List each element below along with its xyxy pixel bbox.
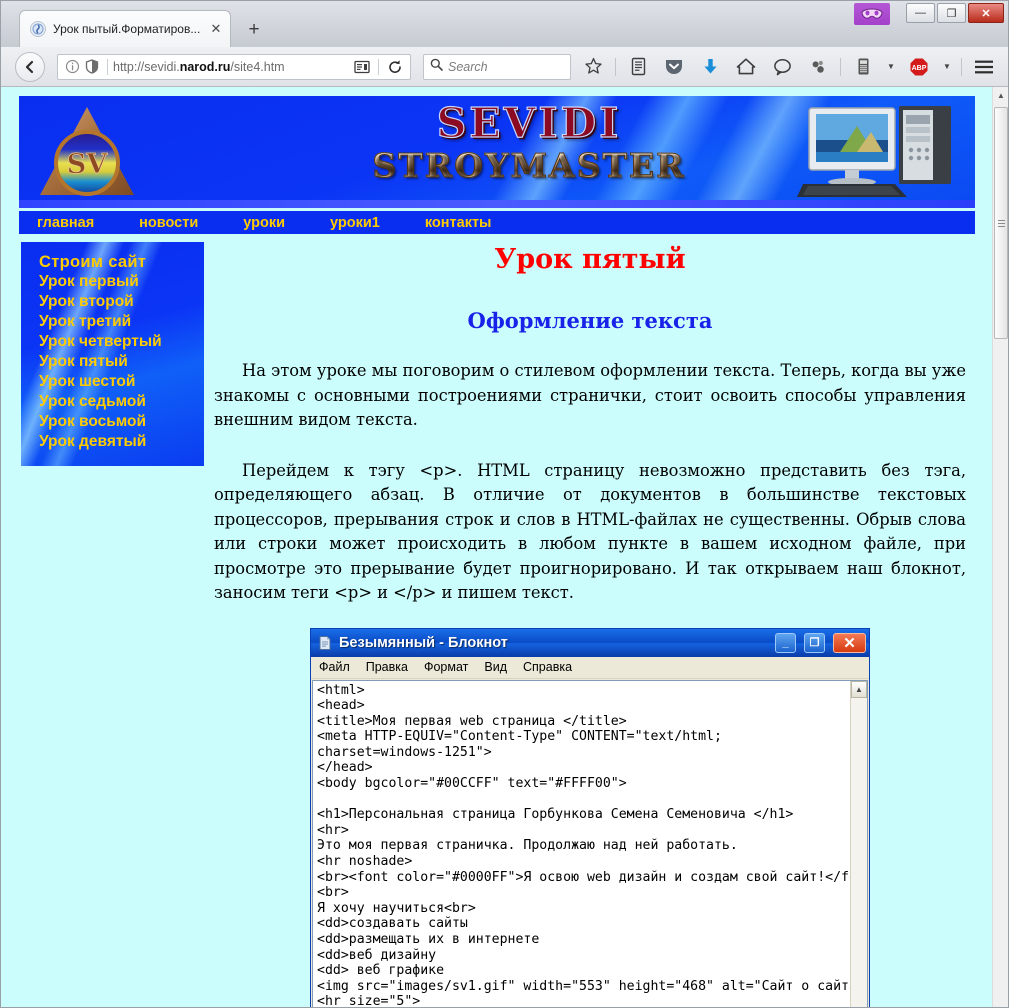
search-icon — [430, 58, 443, 76]
site-navigation: главная новости уроки уроки1 контакты — [19, 211, 975, 234]
menu-item-edit[interactable]: Правка — [366, 660, 408, 674]
sidebar-item-urok-9[interactable]: Урок девятый — [39, 432, 204, 452]
toolbar-divider-2 — [840, 57, 841, 76]
notepad-title: Безымянный - Блокнот — [339, 634, 508, 651]
main-article: Урок пятый Оформление текста На этом уро… — [204, 234, 992, 1007]
firefox-page-icon — [30, 21, 46, 37]
maximize-button[interactable]: ❐ — [937, 3, 966, 23]
account-icon[interactable] — [804, 53, 832, 81]
notepad-maximize-button[interactable]: ❐ — [804, 632, 825, 653]
menu-item-view[interactable]: Вид — [484, 660, 507, 674]
url-divider — [107, 58, 108, 75]
library-icon[interactable] — [624, 53, 652, 81]
sidebar-item-stroim-sajt[interactable]: Строим сайт — [39, 252, 204, 272]
minimize-button[interactable]: — — [906, 3, 935, 23]
close-icon[interactable]: ✕ — [208, 21, 224, 37]
toolbar-divider-3 — [961, 57, 962, 76]
sidebar-menu: Строим сайт Урок первый Урок второй Урок… — [21, 242, 204, 466]
container-tabs-icon[interactable] — [849, 53, 877, 81]
search-placeholder: Search — [448, 59, 488, 74]
url-divider-2 — [378, 58, 379, 75]
tab-title: Урок пытый.Форматиров... — [53, 22, 201, 36]
sync-chat-icon[interactable] — [768, 53, 796, 81]
nav-item-uroki[interactable]: уроки — [243, 215, 285, 231]
notepad-document-icon — [317, 635, 333, 651]
menu-item-format[interactable]: Формат — [424, 660, 468, 674]
notepad-scroll-up-icon[interactable]: ▲ — [851, 680, 867, 698]
web-page-content: SV SEVIDI STROYMASTER главная новости ур… — [1, 87, 992, 1007]
back-button[interactable] — [15, 51, 45, 82]
sidebar-item-urok-5[interactable]: Урок пятый — [39, 352, 204, 372]
sidebar-item-urok-3[interactable]: Урок третий — [39, 312, 204, 332]
nav-item-novosti[interactable]: новости — [139, 215, 198, 231]
notepad-code-text: <html> <head> <title>Моя первая web стра… — [317, 682, 850, 1008]
site-banner: SV SEVIDI STROYMASTER — [19, 96, 975, 208]
notepad-minimize-button[interactable]: _ — [775, 632, 796, 653]
window-controls: — ❐ ✕ — [854, 3, 1004, 25]
reader-mode-icon[interactable] — [351, 56, 373, 78]
site-title-main: SEVIDI — [436, 99, 622, 147]
browser-tab[interactable]: Урок пытый.Форматиров... ✕ — [19, 10, 231, 47]
tracking-shield-icon[interactable] — [82, 57, 102, 77]
nav-item-glavnaya[interactable]: главная — [37, 215, 94, 231]
browser-window: Урок пытый.Форматиров... ✕ + — ❐ ✕ http:… — [0, 0, 1009, 1008]
private-browsing-mask-icon[interactable] — [854, 3, 890, 25]
site-wordmark: SEVIDI STROYMASTER — [319, 99, 739, 184]
page-subtitle: Оформление текста — [467, 308, 713, 333]
notepad-scrollbar[interactable]: ▲ — [850, 680, 867, 1007]
notepad-window-image: Безымянный - Блокнот _ ❐ ✕ Файл Правка Ф… — [310, 627, 870, 1008]
article-paragraph-1: На этом уроке мы поговорим о стилевом оф… — [214, 361, 966, 429]
adblock-chevron-down-icon[interactable]: ▼ — [941, 53, 953, 81]
nav-item-uroki1[interactable]: уроки1 — [330, 215, 380, 231]
download-icon[interactable] — [696, 53, 724, 81]
page-content: Строим сайт Урок первый Урок второй Урок… — [1, 234, 992, 1007]
article-paragraph-2: Перейдем к тэгу <p>. HTML страницу невоз… — [214, 460, 966, 603]
adblock-plus-icon[interactable]: ABP — [905, 53, 933, 81]
search-input[interactable]: Search — [423, 53, 571, 80]
tab-strip: Урок пытый.Форматиров... ✕ + — ❐ ✕ — [1, 1, 1008, 47]
sidebar-item-urok-8[interactable]: Урок восьмой — [39, 412, 204, 432]
sv-logo: SV — [35, 101, 139, 201]
scrollbar-grip-icon — [997, 219, 1005, 227]
notepad-close-button[interactable]: ✕ — [833, 632, 866, 653]
menu-item-help[interactable]: Справка — [523, 660, 572, 674]
navigation-toolbar: http://sevidi.narod.ru/site4.htm Search … — [1, 47, 1008, 87]
svg-text:ABP: ABP — [912, 65, 927, 72]
site-title-sub: STROYMASTER — [319, 148, 739, 184]
hamburger-menu-icon[interactable] — [970, 53, 998, 81]
reload-icon[interactable] — [384, 56, 406, 78]
new-tab-button[interactable]: + — [241, 17, 267, 43]
nav-item-kontakty[interactable]: контакты — [425, 215, 492, 231]
home-icon[interactable] — [732, 53, 760, 81]
url-text: http://sevidi.narod.ru/site4.htm — [113, 59, 285, 74]
sidebar-item-urok-1[interactable]: Урок первый — [39, 272, 204, 292]
scroll-up-icon[interactable]: ▲ — [993, 87, 1008, 104]
svg-text:SV: SV — [67, 149, 108, 180]
notepad-titlebar: Безымянный - Блокнот _ ❐ ✕ — [311, 628, 869, 657]
notepad-text-area[interactable]: <html> <head> <title>Моя первая web стра… — [312, 679, 868, 1008]
page-scrollbar[interactable]: ▲ — [992, 87, 1008, 1007]
bookmark-star-icon[interactable] — [579, 53, 607, 81]
sidebar-item-urok-6[interactable]: Урок шестой — [39, 372, 204, 392]
sidebar-item-urok-4[interactable]: Урок четвертый — [39, 332, 204, 352]
page-viewport: SV SEVIDI STROYMASTER главная новости ур… — [1, 87, 1008, 1007]
url-bar[interactable]: http://sevidi.narod.ru/site4.htm — [57, 53, 411, 80]
banner-bottom-strip — [19, 200, 975, 208]
sidebar-item-urok-2[interactable]: Урок второй — [39, 292, 204, 312]
menu-item-file[interactable]: Файл — [319, 660, 350, 674]
page-title: Урок пятый — [494, 244, 686, 275]
close-button[interactable]: ✕ — [968, 3, 1004, 23]
container-chevron-down-icon[interactable]: ▼ — [885, 53, 897, 81]
sidebar-item-urok-7[interactable]: Урок седьмой — [39, 392, 204, 412]
toolbar-divider — [615, 57, 616, 76]
notepad-menubar: Файл Правка Формат Вид Справка — [311, 656, 869, 679]
scrollbar-thumb[interactable] — [994, 107, 1008, 339]
page-info-icon[interactable] — [62, 57, 82, 77]
desktop-computer-image — [795, 102, 965, 200]
pocket-icon[interactable] — [660, 53, 688, 81]
